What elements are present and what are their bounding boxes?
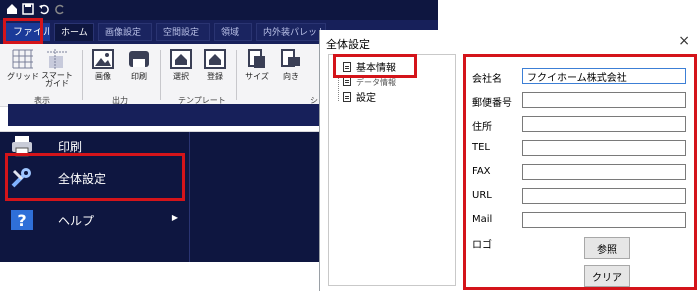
page-icon <box>343 62 351 72</box>
size-button[interactable]: サイズ <box>240 48 274 90</box>
redo-icon[interactable] <box>54 3 66 15</box>
undo-icon[interactable] <box>38 3 50 15</box>
global-settings-highlight <box>5 153 185 201</box>
submenu-arrow-icon: ▶ <box>171 213 178 222</box>
basic-info-highlight: 基本情報 <box>333 54 417 78</box>
orientation-icon <box>279 48 303 70</box>
basic-info-panel: 会社名 郵便番号 住所 TEL FAX URL Mail ロゴ <box>463 54 697 290</box>
dialog-title: 全体設定 <box>326 38 370 51</box>
print-button[interactable]: 印刷 <box>122 48 156 90</box>
fax-input[interactable] <box>522 164 686 180</box>
tab-region[interactable]: 領域 <box>214 23 252 41</box>
template-register-button[interactable]: 登録 <box>198 48 232 90</box>
clear-button[interactable]: クリア <box>584 265 630 287</box>
tree-item-data-info[interactable]: データ情報 <box>343 76 396 90</box>
file-tab-highlight <box>3 18 43 44</box>
tel-input[interactable] <box>522 140 686 156</box>
house-select-icon <box>169 48 193 70</box>
quick-access-toolbar <box>0 0 438 20</box>
grid-icon <box>11 48 35 70</box>
menu-item-help[interactable]: ? ヘルプ ▶ <box>0 202 190 238</box>
mail-input[interactable] <box>522 212 686 228</box>
image-icon <box>91 48 115 70</box>
svg-text:?: ? <box>17 211 26 230</box>
tab-image-settings[interactable]: 画像設定 <box>98 23 152 41</box>
page-icon <box>343 92 351 102</box>
ribbon-group-separator <box>82 50 83 100</box>
address-input[interactable] <box>522 116 686 132</box>
postal-code-input[interactable] <box>522 92 686 108</box>
logo-label: ロゴ <box>472 240 492 251</box>
grid-button[interactable]: グリッド <box>6 48 40 90</box>
close-icon[interactable]: × <box>678 33 690 49</box>
ribbon-group-separator <box>160 50 161 100</box>
tab-home[interactable]: ホーム <box>54 23 94 41</box>
image-output-button[interactable]: 画像 <box>86 48 120 90</box>
orientation-button[interactable]: 向き <box>274 48 308 90</box>
help-icon: ? <box>10 209 34 231</box>
tab-interior-palette[interactable]: 内外装パレット <box>256 23 326 41</box>
global-settings-dialog: 全体設定 × 基本情報 データ情報 設定 基本情報 会社名 郵便番号 住所 <box>319 30 698 291</box>
app-logo-icon <box>6 3 18 15</box>
company-name-input[interactable] <box>522 68 686 84</box>
size-icon <box>245 48 269 70</box>
ribbon-group-separator <box>236 50 237 100</box>
browse-button[interactable]: 参照 <box>584 237 630 259</box>
print-icon <box>127 48 151 70</box>
template-select-button[interactable]: 選択 <box>164 48 198 90</box>
tree-item-basic-info-selected[interactable]: 基本情報 <box>343 59 396 74</box>
house-register-icon <box>203 48 227 70</box>
settings-tree: 基本情報 データ情報 設定 <box>328 54 456 286</box>
tab-space-settings[interactable]: 空間設定 <box>156 23 210 41</box>
smart-guide-icon <box>45 48 69 70</box>
save-icon[interactable] <box>22 3 34 15</box>
smart-guide-button[interactable]: スマート ガイド <box>40 48 74 90</box>
tree-item-settings[interactable]: 設定 <box>343 89 376 104</box>
url-input[interactable] <box>522 188 686 204</box>
